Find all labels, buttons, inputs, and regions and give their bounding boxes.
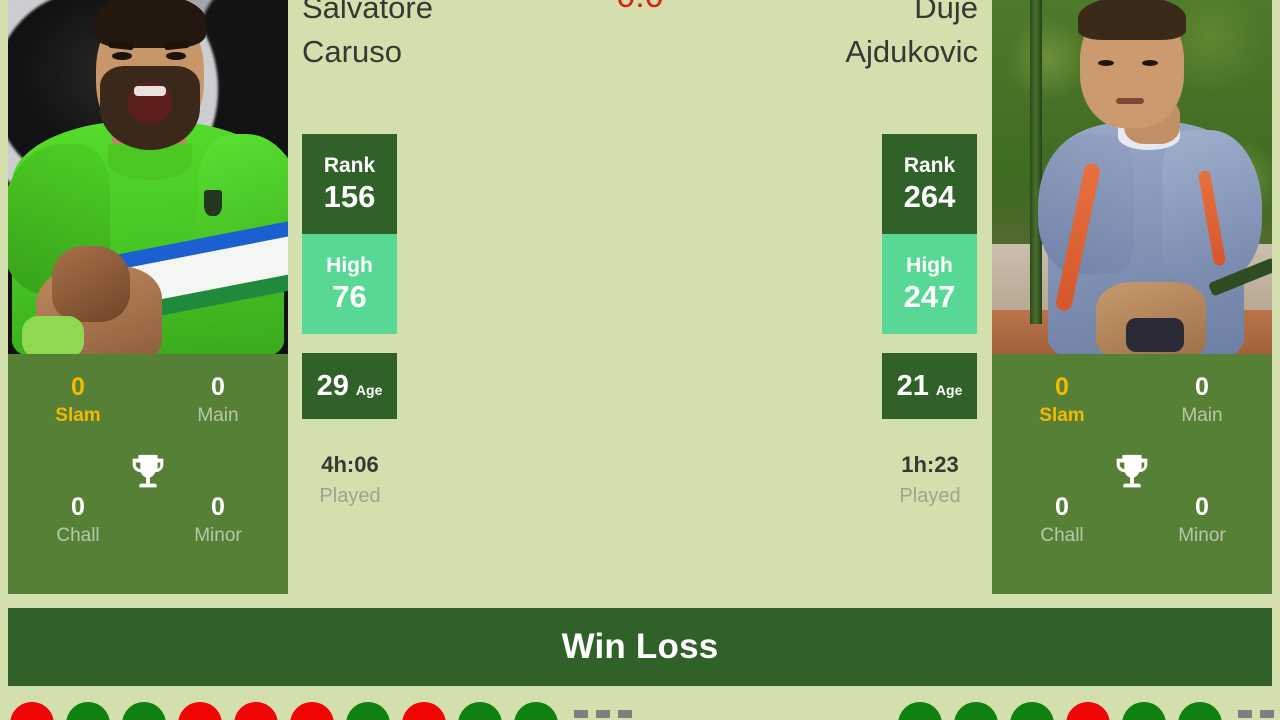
result-dot-loss[interactable] — [234, 702, 278, 720]
left-main-label: Main — [197, 404, 239, 426]
win-loss-title: Win Loss — [561, 627, 719, 666]
right-played-value: 1h:23 — [901, 452, 959, 477]
left-player-photo[interactable] — [8, 0, 288, 354]
left-age-label: Age — [355, 381, 383, 398]
left-age-value: 29 — [316, 369, 349, 402]
right-high-label: High — [906, 254, 953, 278]
right-player-name[interactable]: Duje Ajdukovic — [678, 0, 978, 74]
left-rank-value: 156 — [323, 178, 376, 214]
left-player-mouth — [128, 82, 172, 124]
left-rank-stack: Rank 156 High 76 — [302, 134, 397, 334]
left-minor-label: Minor — [194, 524, 242, 546]
result-dot-win[interactable] — [66, 702, 110, 720]
right-chall-value: 0 — [1055, 493, 1069, 521]
result-dot-loss[interactable] — [1066, 702, 1110, 720]
left-player-name[interactable]: Salvatore Caruso — [302, 0, 602, 74]
left-player-fist — [52, 246, 130, 322]
match-preview-page: Salvatore Caruso 0:0 Duje Ajdukovic Rank… — [0, 0, 1280, 720]
left-slam-label: Slam — [55, 404, 101, 426]
results-ellipsis-dash — [1238, 710, 1252, 718]
left-slam-value: 0 — [71, 373, 85, 401]
result-dot-loss[interactable] — [178, 702, 222, 720]
result-dot-win[interactable] — [954, 702, 998, 720]
right-slam-label: Slam — [1039, 404, 1085, 426]
right-minor-value: 0 — [1195, 493, 1209, 521]
win-loss-banner[interactable]: Win Loss — [8, 608, 1272, 686]
right-player-first-name: Duje — [914, 0, 978, 25]
right-rank-box: Rank 264 — [882, 134, 977, 234]
right-high-box: High 247 — [882, 234, 977, 334]
trophy-icon — [132, 454, 164, 488]
shirt-logo — [204, 190, 222, 216]
result-dot-loss[interactable] — [290, 702, 334, 720]
right-played-label: Played — [899, 485, 961, 507]
result-dot-loss[interactable] — [402, 702, 446, 720]
right-chall-label: Chall — [1040, 524, 1084, 546]
left-player-last-name: Caruso — [302, 34, 402, 70]
results-ellipsis-dash — [596, 710, 610, 718]
right-player-eye-left — [1098, 60, 1114, 66]
right-age-label: Age — [935, 381, 963, 398]
left-high-label: High — [326, 254, 373, 278]
left-player-eye-left — [112, 52, 132, 60]
right-minor-label: Minor — [1178, 524, 1226, 546]
result-dot-win[interactable] — [898, 702, 942, 720]
right-rank-value: 264 — [903, 178, 956, 214]
result-dot-win[interactable] — [346, 702, 390, 720]
left-player-wristband — [22, 316, 84, 354]
right-rank-label: Rank — [903, 154, 956, 178]
right-rank-stack: Rank 264 High 247 — [882, 134, 977, 334]
right-player-last-name: Ajdukovic — [845, 34, 978, 70]
left-chall-value: 0 — [71, 493, 85, 521]
left-main-value: 0 — [211, 373, 225, 401]
right-player-hair — [1078, 0, 1186, 40]
left-played-label: Played — [319, 485, 381, 507]
results-ellipsis-dash — [574, 710, 588, 718]
result-dot-win[interactable] — [1122, 702, 1166, 720]
match-score: 0:0 — [616, 0, 663, 15]
left-titles-panel: 0 Slam 0 Main 0 Chall 0 Minor — [8, 354, 288, 594]
left-age-box: 29 Age — [302, 353, 397, 419]
right-age-value: 21 — [896, 369, 929, 402]
result-dot-win[interactable] — [1178, 702, 1222, 720]
results-ellipsis-dash — [618, 710, 632, 718]
fence-post-left — [1030, 0, 1042, 324]
right-main-label: Main — [1181, 404, 1223, 426]
left-played-value: 4h:06 — [321, 452, 379, 477]
right-player-eye-right — [1142, 60, 1158, 66]
right-player-mouth — [1116, 98, 1144, 104]
right-main-value: 0 — [1195, 373, 1209, 401]
left-high-value: 76 — [332, 278, 367, 314]
left-photo-content — [8, 0, 288, 354]
results-ellipsis-dash — [1260, 710, 1274, 718]
left-rank-label: Rank — [323, 154, 376, 178]
left-chall-label: Chall — [56, 524, 100, 546]
left-rank-box: Rank 156 — [302, 134, 397, 234]
result-dot-win[interactable] — [122, 702, 166, 720]
right-age-box: 21 Age — [882, 353, 977, 419]
result-dot-loss[interactable] — [10, 702, 54, 720]
left-minor-value: 0 — [211, 493, 225, 521]
players-header: Salvatore Caruso 0:0 Duje Ajdukovic — [288, 0, 992, 78]
left-played-stat: 4h:06 Played — [275, 448, 425, 511]
right-player-wristband — [1126, 318, 1184, 352]
right-player-photo[interactable] — [992, 0, 1272, 354]
left-player-eye-right — [166, 52, 186, 60]
right-high-value: 247 — [903, 278, 956, 314]
trophy-icon — [1116, 454, 1148, 488]
result-dot-win[interactable] — [514, 702, 558, 720]
left-player-first-name: Salvatore — [302, 0, 433, 25]
right-slam-value: 0 — [1055, 373, 1069, 401]
result-dot-win[interactable] — [458, 702, 502, 720]
result-dot-win[interactable] — [1010, 702, 1054, 720]
right-photo-content — [992, 0, 1272, 354]
right-played-stat: 1h:23 Played — [855, 448, 1005, 511]
left-high-box: High 76 — [302, 234, 397, 334]
right-titles-panel: 0 Slam 0 Main 0 Chall 0 Minor — [992, 354, 1272, 594]
